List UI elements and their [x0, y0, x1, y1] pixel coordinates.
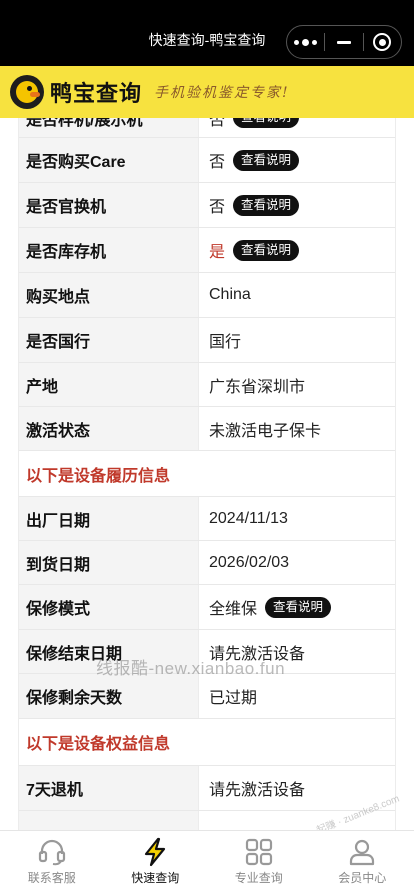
table-row: 到货日期 2026/02/03 — [18, 541, 396, 585]
row-value: 广东省深圳市 — [198, 363, 396, 406]
row-value: 请先激活设备 — [198, 630, 396, 673]
section-header-history: 以下是设备履历信息 — [18, 451, 396, 497]
row-value: 请先激活设备 — [198, 766, 396, 810]
table-row: 是否国行 国行 — [18, 318, 396, 363]
row-label: 激活状态 — [18, 407, 198, 450]
duck-logo-icon — [10, 75, 44, 109]
headset-icon — [36, 837, 68, 867]
section-header-rights: 以下是设备权益信息 — [18, 719, 396, 766]
row-value: China — [198, 273, 396, 317]
row-value: 是 — [209, 244, 226, 261]
row-label: 购买地点 — [18, 273, 198, 317]
minus-icon — [336, 40, 351, 44]
table-row: 购买地点 China — [18, 273, 396, 318]
row-value: 否 — [209, 118, 226, 129]
more-dots-icon — [294, 38, 318, 46]
row-label: 是否官换机 — [18, 183, 198, 227]
row-label — [18, 811, 198, 830]
table-row: 是否官换机 否 查看说明 — [18, 183, 396, 228]
tab-contact-service[interactable]: 联系客服 — [0, 831, 104, 890]
info-table: 是否样机/展示机 否 查看说明 是否购买Care 否 查看说明 是否官换机 否 … — [18, 118, 396, 830]
brand-slogan: 手机验机鉴定专家! — [154, 85, 290, 101]
row-label: 是否库存机 — [18, 228, 198, 272]
row-label: 产地 — [18, 363, 198, 406]
tab-member-center[interactable]: 会员中心 — [311, 831, 414, 890]
table-row: 7天退机 请先激活设备 — [18, 766, 396, 811]
tab-label: 快速查询 — [131, 871, 180, 885]
info-table-scroll[interactable]: 是否样机/展示机 否 查看说明 是否购买Care 否 查看说明 是否官换机 否 … — [0, 118, 414, 830]
table-row: 产地 广东省深圳市 — [18, 363, 396, 407]
grid-icon — [243, 837, 275, 867]
row-value: 全维保 — [209, 601, 258, 618]
brand-banner: 鸭宝查询 手机验机鉴定专家! — [0, 66, 414, 118]
row-value: 2026/02/03 — [198, 541, 396, 584]
row-value-cell: 否 查看说明 — [198, 183, 396, 227]
row-value: 已过期 — [198, 674, 396, 718]
row-value: 2024/11/13 — [198, 497, 396, 540]
row-label: 7天退机 — [18, 766, 198, 810]
table-row — [18, 811, 396, 830]
tab-pro-query[interactable]: 专业查询 — [207, 831, 311, 890]
explain-button[interactable]: 查看说明 — [233, 194, 300, 216]
more-button[interactable] — [287, 26, 324, 58]
row-value — [198, 811, 396, 830]
close-target-icon — [373, 33, 392, 51]
row-value: 否 — [209, 199, 226, 216]
mini-program-capsule — [286, 25, 402, 59]
user-icon — [346, 837, 378, 867]
row-value: 国行 — [198, 318, 396, 362]
minimize-button[interactable] — [325, 26, 362, 58]
tab-quick-query[interactable]: 快速查询 — [104, 831, 208, 890]
bottom-tab-bar: 联系客服 快速查询 专业查询 会员中心 — [0, 830, 414, 890]
table-row: 出厂日期 2024/11/13 — [18, 497, 396, 541]
tab-label: 专业查询 — [234, 871, 283, 885]
explain-button[interactable]: 查看说明 — [233, 118, 300, 128]
row-label: 保修模式 — [18, 585, 198, 629]
close-button[interactable] — [364, 26, 401, 58]
table-row: 是否购买Care 否 查看说明 — [18, 138, 396, 183]
row-value: 否 — [209, 154, 226, 171]
row-label: 保修剩余天数 — [18, 674, 198, 718]
table-row: 是否库存机 是 查看说明 — [18, 228, 396, 273]
row-label: 出厂日期 — [18, 497, 198, 540]
row-label: 保修结束日期 — [18, 630, 198, 673]
brand-name: 鸭宝查询 — [50, 81, 143, 106]
explain-button[interactable]: 查看说明 — [265, 596, 332, 618]
table-row: 保修结束日期 请先激活设备 — [18, 630, 396, 674]
lightning-icon — [139, 837, 171, 867]
table-row: 保修剩余天数 已过期 — [18, 674, 396, 719]
table-row: 保修模式 全维保 查看说明 — [18, 585, 396, 630]
explain-button[interactable]: 查看说明 — [233, 239, 300, 261]
row-label: 到货日期 — [18, 541, 198, 584]
row-label: 是否购买Care — [18, 138, 198, 182]
explain-button[interactable]: 查看说明 — [233, 149, 300, 171]
row-value-cell: 否 查看说明 — [198, 118, 396, 137]
top-bar: 快速查询-鸭宝查询 — [0, 0, 414, 66]
row-label: 是否样机/展示机 — [18, 118, 198, 137]
table-row: 激活状态 未激活电子保卡 — [18, 407, 396, 451]
tab-label: 会员中心 — [338, 871, 387, 885]
table-row: 是否样机/展示机 否 查看说明 — [18, 118, 396, 138]
row-value: 未激活电子保卡 — [198, 407, 396, 450]
tab-label: 联系客服 — [27, 871, 76, 885]
row-value-cell: 否 查看说明 — [198, 138, 396, 182]
row-label: 是否国行 — [18, 318, 198, 362]
row-value-cell: 全维保 查看说明 — [198, 585, 396, 629]
row-value-cell: 是 查看说明 — [198, 228, 396, 272]
